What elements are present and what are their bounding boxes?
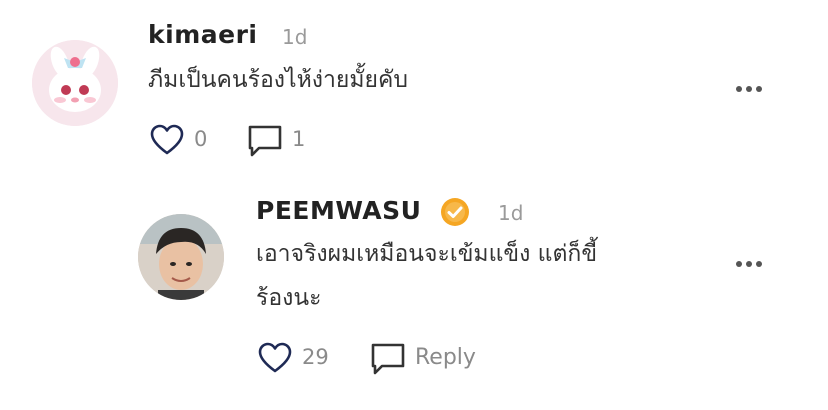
- avatar[interactable]: [32, 40, 118, 126]
- like-count: 29: [302, 345, 329, 369]
- verified-badge-icon: [440, 197, 470, 227]
- reply-text-line-2: ร้องนะ: [256, 285, 322, 311]
- comment-timestamp: 1d: [282, 25, 308, 49]
- like-count: 0: [194, 127, 208, 151]
- heart-icon[interactable]: [258, 342, 292, 374]
- reply-text-line-1: เอาจริงผมเหมือนจะเข้มแข็ง แต่ก็ขี้: [256, 241, 598, 267]
- comment-icon[interactable]: [247, 124, 283, 158]
- reply-count: 1: [292, 127, 306, 151]
- comment-icon[interactable]: [370, 342, 406, 376]
- comment-username[interactable]: kimaeri: [148, 20, 257, 49]
- comment-text: ภีมเป็นคนร้องไห้ง่ายมั้ยคับ: [148, 67, 408, 93]
- reply-username[interactable]: PEEMWASU: [256, 196, 421, 225]
- reply-button[interactable]: Reply: [415, 345, 476, 370]
- more-options-icon[interactable]: [736, 261, 762, 267]
- heart-icon[interactable]: [150, 124, 184, 156]
- avatar[interactable]: [138, 214, 224, 300]
- more-options-icon[interactable]: [736, 86, 762, 92]
- reply-timestamp: 1d: [498, 201, 524, 225]
